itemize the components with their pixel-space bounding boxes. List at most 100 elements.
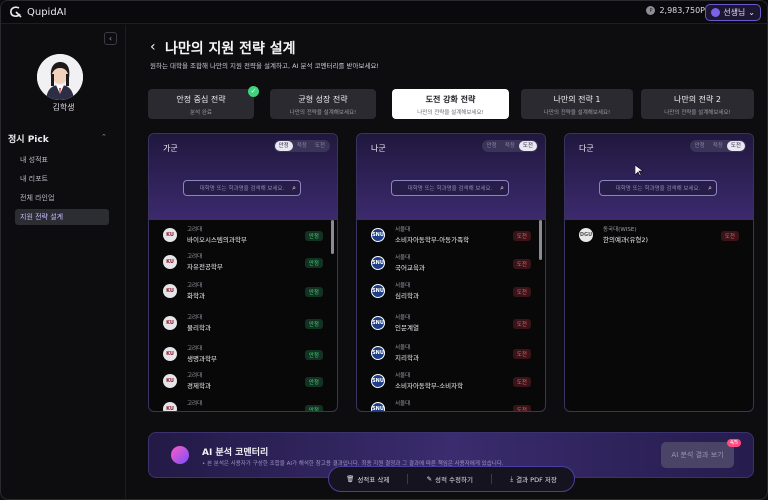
chevron-up-icon[interactable]: ⌃ bbox=[101, 133, 107, 141]
qupid-logo-icon bbox=[10, 6, 22, 18]
sidebar: ‹ 김학생 정시 Pick ⌃ 내 성적표 내 리포트 전체 라인업 지원 전략… bbox=[1, 25, 126, 499]
column-title: 가군 bbox=[163, 144, 178, 153]
list-item[interactable]: KU 고려대 안정 bbox=[149, 398, 337, 411]
collapse-sidebar-button[interactable]: ‹ bbox=[104, 32, 117, 45]
list-item[interactable]: KU 고려대 자유전공학부 안정 bbox=[149, 251, 337, 278]
sidebar-item-strategy[interactable]: 지원 전략 설계 bbox=[15, 209, 109, 225]
sidebar-item-report-card[interactable]: 내 성적표 bbox=[15, 152, 108, 168]
list-item[interactable]: SNU 서울대 소비자아동학부-아동가족학 도전 bbox=[357, 224, 545, 251]
list-item[interactable]: KU 고려대 바이오시스템의과학부 안정 bbox=[149, 224, 337, 251]
tab-stable-strategy[interactable]: 안정 중심 전략 분석 완료 ✓ bbox=[148, 86, 259, 119]
user-avatar-icon bbox=[711, 8, 721, 17]
status-badge: 안정 bbox=[304, 405, 323, 411]
column-header: 가군 안정 적정 도전 대학명 또는 학과명을 검색해 보세요. ⌕ bbox=[149, 134, 337, 220]
view-ai-result-button[interactable]: AI 분석 결과 보기 bbox=[661, 442, 734, 468]
list-item[interactable]: SNU 서울대 국어교육과 도전 bbox=[357, 252, 545, 279]
snu-logo-icon: SNU bbox=[371, 402, 385, 411]
status-badge: 도전 bbox=[512, 319, 531, 329]
korea-univ-logo-icon: KU bbox=[163, 316, 177, 330]
snu-logo-icon: SNU bbox=[371, 316, 385, 330]
search-icon[interactable]: ⌕ bbox=[292, 184, 296, 193]
status-badge: 도전 bbox=[512, 231, 531, 241]
list-item[interactable]: DGU 동국대(WISE) 한의예과(유형2) 도전 bbox=[565, 224, 753, 251]
tab-my-strategy-2[interactable]: 나만의 전략 2 나만의 전략을 설계해보세요! bbox=[641, 89, 754, 119]
user-menu-button[interactable]: 선생님 ⌄ bbox=[705, 4, 761, 21]
filter-challenge[interactable]: 도전 bbox=[518, 141, 537, 151]
column-header: 다군 안정 적정 도전 대학명 또는 학과명을 검색해 보세요. ⌕ bbox=[565, 134, 753, 220]
level-filter: 안정 적정 도전 bbox=[273, 140, 330, 152]
top-bar: QupidAI P 2,983,750P 선생님 ⌄ bbox=[1, 1, 767, 24]
column-title: 나군 bbox=[371, 144, 386, 153]
list-item[interactable]: SNU 서울대 지리학과 도전 bbox=[357, 342, 545, 369]
column-da: 다군 안정 적정 도전 대학명 또는 학과명을 검색해 보세요. ⌕ DGU 동국… bbox=[564, 133, 754, 412]
download-icon: ⤓ bbox=[510, 474, 514, 483]
filter-challenge[interactable]: 도전 bbox=[311, 141, 329, 151]
status-badge: 도전 bbox=[720, 231, 739, 241]
korea-univ-logo-icon: KU bbox=[163, 402, 177, 411]
tab-balanced-strategy[interactable]: 균형 성장 전략 나만의 전략을 설계해보세요! bbox=[270, 89, 376, 119]
column-ga: 가군 안정 적정 도전 대학명 또는 학과명을 검색해 보세요. ⌕ KU 고려대… bbox=[148, 133, 338, 412]
list-item[interactable]: KU 고려대 경제학과 안정 bbox=[149, 370, 337, 397]
list-item[interactable]: SNU 서울대 심리학과 도전 bbox=[357, 280, 545, 307]
back-icon[interactable]: ‹ bbox=[150, 39, 156, 55]
tab-challenge-strategy[interactable]: 도전 강화 전략 나만의 전략을 설계해보세요! bbox=[392, 89, 509, 119]
divider bbox=[491, 474, 493, 484]
snu-logo-icon: SNU bbox=[371, 228, 385, 242]
list-item[interactable]: SNU 서울대 소비자아동학부-소비자학 도전 bbox=[357, 370, 545, 397]
page-subtitle: 원하는 대학을 조합해 나만의 지원 전략을 설계하고, AI 분석 코멘터리를… bbox=[150, 62, 380, 70]
list-item[interactable]: KU 고려대 물리학과 안정 bbox=[149, 312, 337, 339]
filter-stable[interactable]: 안정 bbox=[691, 141, 709, 151]
status-badge: 안정 bbox=[304, 377, 323, 387]
search-input[interactable]: 대학명 또는 학과명을 검색해 보세요. ⌕ bbox=[391, 180, 509, 196]
list-item[interactable]: KU 고려대 화학과 안정 bbox=[149, 280, 337, 307]
edit-grades-button[interactable]: ✎ 성적 수정하기 bbox=[427, 474, 473, 484]
filter-moderate[interactable]: 적정 bbox=[293, 141, 311, 151]
filter-moderate[interactable]: 적정 bbox=[709, 141, 727, 151]
snu-logo-icon: SNU bbox=[371, 374, 385, 388]
coin-icon: P bbox=[646, 6, 656, 15]
filter-stable[interactable]: 안정 bbox=[274, 141, 293, 151]
save-pdf-button[interactable]: ⤓ 결과 PDF 저장 bbox=[510, 474, 557, 485]
page-title: 나만의 지원 전략 설계 bbox=[165, 41, 296, 57]
snu-logo-icon: SNU bbox=[371, 284, 385, 298]
sidebar-item-my-report[interactable]: 내 리포트 bbox=[15, 171, 108, 187]
korea-univ-logo-icon: KU bbox=[163, 255, 177, 269]
search-input[interactable]: 대학명 또는 학과명을 검색해 보세요. ⌕ bbox=[599, 180, 717, 196]
student-name: 김학생 bbox=[52, 103, 75, 112]
tab-my-strategy-1[interactable]: 나만의 전략 1 나만의 전략을 설계해보세요! bbox=[521, 89, 633, 119]
search-icon[interactable]: ⌕ bbox=[708, 184, 712, 193]
status-badge: 안정 bbox=[304, 350, 323, 360]
app-logo[interactable]: QupidAI bbox=[9, 6, 66, 18]
search-input[interactable]: 대학명 또는 학과명을 검색해 보세요. ⌕ bbox=[183, 180, 301, 196]
section-title[interactable]: 정시 Pick bbox=[8, 132, 49, 145]
sidebar-item-lineup[interactable]: 전체 라인업 bbox=[15, 190, 108, 206]
level-filter: 안정 적정 도전 bbox=[481, 140, 538, 152]
column-na: 나군 안정 적정 도전 대학명 또는 학과명을 검색해 보세요. ⌕ SNU 서울… bbox=[356, 133, 546, 412]
level-filter: 안정 적정 도전 bbox=[689, 140, 746, 152]
mouse-cursor-icon bbox=[635, 165, 643, 177]
korea-univ-logo-icon: KU bbox=[163, 228, 177, 242]
ai-sparkle-icon bbox=[171, 446, 189, 464]
ai-panel-title: AI 분석 코멘터리 bbox=[202, 448, 269, 458]
list-item[interactable]: SNU 서울대 도전 bbox=[357, 398, 545, 411]
student-avatar bbox=[37, 54, 83, 100]
delete-report-button[interactable]: 🗑 성적표 삭제 bbox=[346, 474, 389, 484]
check-icon: ✓ bbox=[248, 86, 259, 97]
status-badge: 안정 bbox=[304, 231, 323, 241]
list-item[interactable]: SNU 서울대 인문계열 도전 bbox=[357, 312, 545, 339]
filter-stable[interactable]: 안정 bbox=[483, 141, 501, 151]
filter-moderate[interactable]: 적정 bbox=[501, 141, 519, 151]
list-item[interactable]: KU 고려대 생명과학부 안정 bbox=[149, 343, 337, 370]
search-icon[interactable]: ⌕ bbox=[500, 184, 504, 193]
pencil-icon: ✎ bbox=[426, 475, 433, 483]
status-badge: 안정 bbox=[304, 319, 323, 329]
filter-challenge[interactable]: 도전 bbox=[726, 141, 745, 151]
user-label: 선생님 bbox=[723, 8, 746, 17]
status-badge: 도전 bbox=[512, 259, 531, 269]
bottom-toolbar: 🗑 성적표 삭제 ✎ 성적 수정하기 ⤓ 결과 PDF 저장 bbox=[328, 466, 575, 492]
app-window: QupidAI P 2,983,750P 선생님 ⌄ ‹ 김학생 정시 Pick… bbox=[0, 0, 768, 500]
status-badge: 안정 bbox=[304, 258, 323, 268]
status-badge: 도전 bbox=[512, 377, 531, 387]
trash-icon: 🗑 bbox=[346, 475, 355, 483]
status-badge: 도전 bbox=[512, 287, 531, 297]
